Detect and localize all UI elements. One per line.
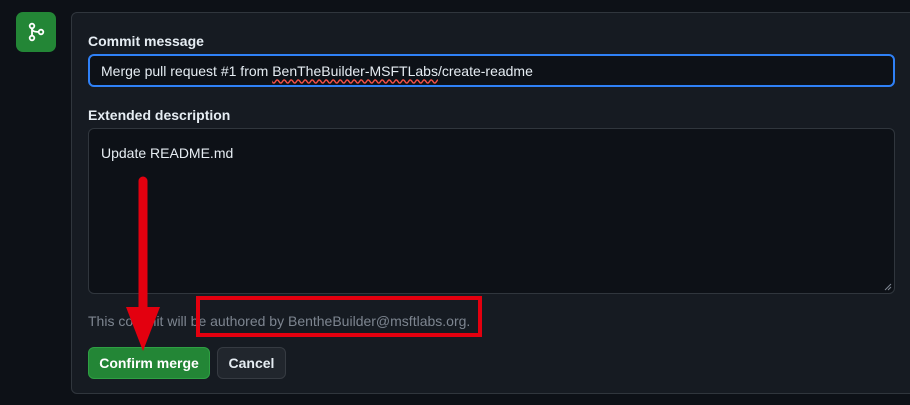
- extended-description-label: Extended description: [88, 107, 231, 123]
- commit-message-input[interactable]: Merge pull request #1 from BenTheBuilder…: [88, 54, 895, 87]
- merge-badge: [16, 12, 56, 52]
- merge-page: Commit message Merge pull request #1 fro…: [0, 0, 910, 405]
- commit-message-misspelled-word: BenTheBuilder-MSFTLabs: [272, 62, 438, 79]
- annotation-arrow-icon: [126, 176, 160, 351]
- commit-message-text-end: /create-readme: [437, 62, 533, 79]
- git-merge-icon: [28, 22, 45, 42]
- commit-message-text-start: Merge pull request #1 from: [101, 62, 273, 79]
- extended-description-text: Update README.md: [101, 145, 234, 161]
- extended-description-textarea[interactable]: Update README.md: [88, 128, 895, 294]
- cancel-button[interactable]: Cancel: [217, 347, 286, 379]
- commit-message-label: Commit message: [88, 33, 204, 49]
- annotation-highlight-box: [196, 296, 482, 337]
- resize-handle-icon[interactable]: [884, 283, 892, 291]
